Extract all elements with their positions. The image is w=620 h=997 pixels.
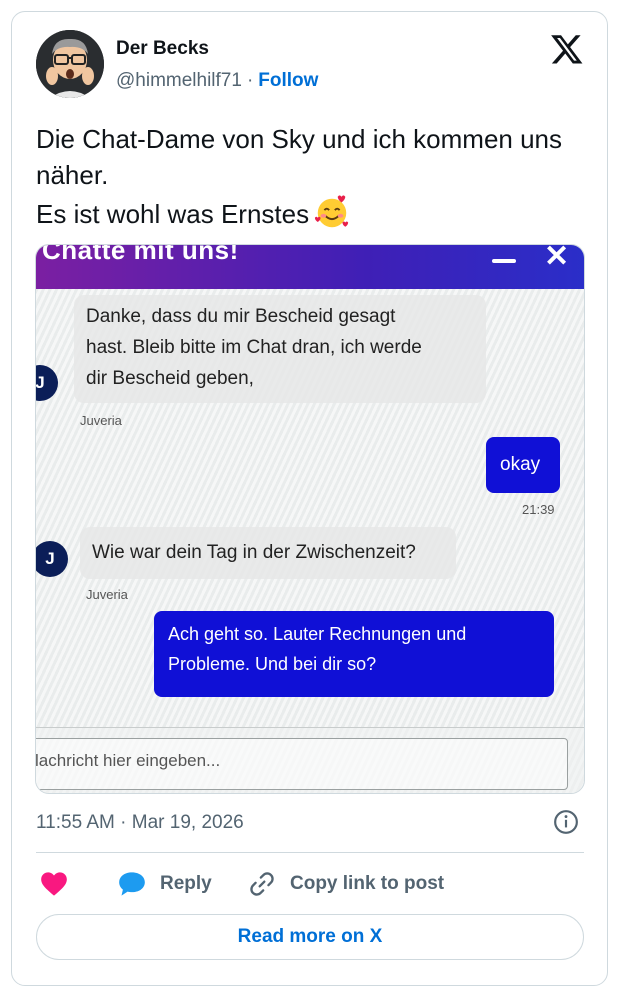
agent-avatar: J <box>36 365 58 401</box>
reply-bubble-icon <box>119 872 145 896</box>
chat-header: Chatte mit uns! ✕ <box>36 244 584 289</box>
user-message-line: Ach geht so. Lauter Rechnungen und <box>168 624 467 644</box>
info-icon[interactable] <box>553 809 579 835</box>
agent-message-bubble: Danke, dass du mir Bescheid gesagt hast.… <box>74 295 486 403</box>
user-message-bubble: Ach geht so. Lauter Rechnungen und Probl… <box>154 611 554 697</box>
reply-label: Reply <box>160 873 212 894</box>
agent-message-line: hast. Bleib bitte im Chat dran, ich werd… <box>86 337 422 358</box>
agent-avatar: J <box>36 541 68 577</box>
user-message-line: Probleme. Und bei dir so? <box>168 654 377 674</box>
agent-name: Juveria <box>80 413 122 428</box>
chat-input-box: lachricht hier eingeben... <box>35 738 568 790</box>
agent-message-line: Danke, dass du mir Bescheid gesagt <box>86 306 396 327</box>
post-timestamp[interactable]: 11:55 AM · Mar 19, 2026 <box>36 812 244 834</box>
author-name[interactable]: Der Becks <box>116 38 209 60</box>
tweet-line-2: Es ist wohl was Ernstes <box>36 193 586 232</box>
follow-button[interactable]: Follow <box>258 70 318 91</box>
author-handle[interactable]: @himmelhilf71 <box>116 70 242 91</box>
copy-link-label: Copy link to post <box>290 873 445 894</box>
chat-input-area: lachricht hier eingeben... <box>35 727 584 793</box>
tweet-photo[interactable]: Chatte mit uns! ✕ J Danke, dass du mir B… <box>35 244 585 794</box>
smiling-face-with-hearts-icon <box>314 195 349 228</box>
reply-button[interactable]: Reply <box>118 868 212 900</box>
divider <box>36 852 584 853</box>
message-time: 21:39 <box>522 502 555 517</box>
link-icon <box>250 872 274 896</box>
author-avatar[interactable] <box>36 30 104 98</box>
tweet-text: Die Chat-Dame von Sky und ich kommen uns… <box>36 121 586 232</box>
like-button[interactable] <box>40 868 82 900</box>
copy-link-button[interactable]: Copy link to post <box>248 868 444 900</box>
heart-icon <box>41 872 67 896</box>
separator-dot: · <box>246 70 254 91</box>
user-message-bubble: okay <box>486 437 560 493</box>
memoji-avatar-icon <box>36 30 104 98</box>
tweet-line-2-text: Es ist wohl was Ernstes <box>36 199 310 229</box>
x-logo-icon[interactable] <box>550 32 584 66</box>
chat-header-title: Chatte mit uns! <box>42 244 239 265</box>
read-more-button[interactable]: Read more on X <box>36 914 584 960</box>
agent-message-bubble: Wie war dein Tag in der Zwischenzeit? <box>80 527 456 579</box>
chat-input-placeholder: lachricht hier eingeben... <box>35 751 221 770</box>
tweet-line-1: Die Chat-Dame von Sky und ich kommen uns… <box>36 124 563 190</box>
minimize-icon <box>492 259 516 263</box>
close-icon: ✕ <box>544 244 570 273</box>
agent-name: Juveria <box>86 587 128 602</box>
author-handle-row: @himmelhilf71 · Follow <box>116 70 318 92</box>
agent-message-line: dir Bescheid geben, <box>86 368 254 389</box>
